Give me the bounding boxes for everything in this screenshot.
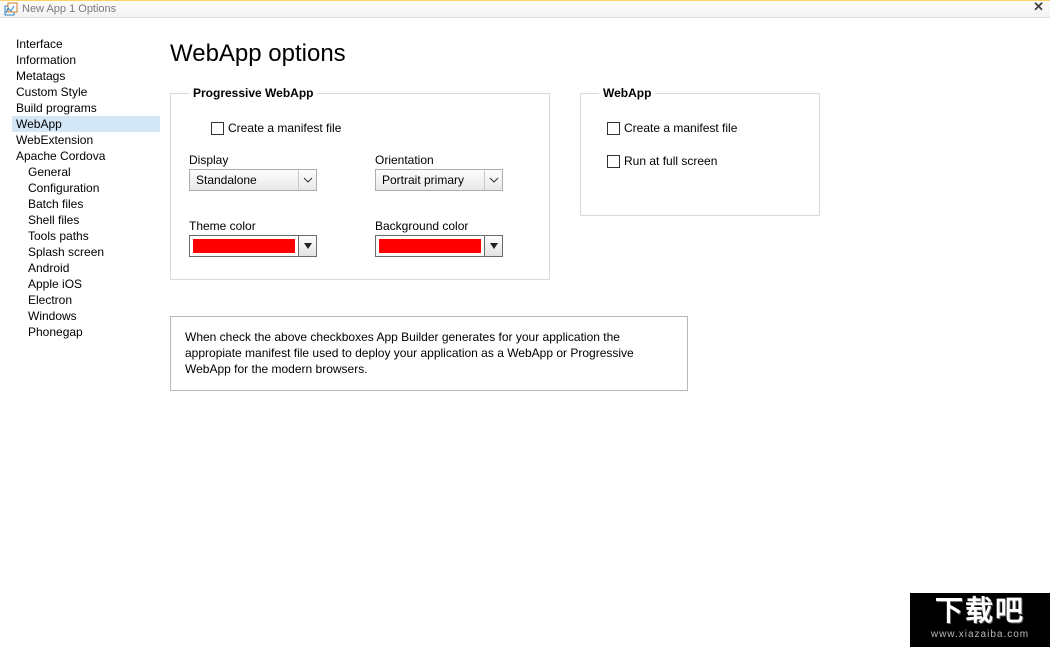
page-title: WebApp options bbox=[170, 40, 1040, 68]
color-swatch-theme-inner bbox=[193, 239, 295, 253]
label-bg-color: Background color bbox=[375, 219, 531, 233]
checkbox-pwa-manifest-label: Create a manifest file bbox=[228, 122, 341, 135]
sidebar-item-build-programs[interactable]: Build programs bbox=[12, 100, 160, 116]
window-title: New App 1 Options bbox=[22, 3, 116, 15]
label-orientation: Orientation bbox=[375, 153, 531, 167]
sidebar-item-webextension[interactable]: WebExtension bbox=[12, 132, 160, 148]
sidebar-item-batch-files[interactable]: Batch files bbox=[12, 196, 160, 212]
sidebar-item-information[interactable]: Information bbox=[12, 52, 160, 68]
titlebar: New App 1 Options ✕ bbox=[0, 0, 1050, 18]
group-legend-pwa: Progressive WebApp bbox=[189, 86, 317, 100]
sidebar-item-general[interactable]: General bbox=[12, 164, 160, 180]
group-progressive-webapp: Progressive WebApp Create a manifest fil… bbox=[170, 86, 550, 280]
app-icon bbox=[4, 2, 18, 16]
combo-orientation[interactable]: Portrait primary bbox=[375, 169, 503, 191]
colorpicker-bg[interactable] bbox=[375, 235, 503, 257]
sidebar-item-shell-files[interactable]: Shell files bbox=[12, 212, 160, 228]
combo-orientation-value: Portrait primary bbox=[376, 173, 484, 187]
sidebar: Interface Information Metatags Custom St… bbox=[0, 18, 160, 647]
checkbox-pwa-manifest[interactable] bbox=[211, 122, 224, 135]
dropdown-arrow-icon bbox=[299, 235, 317, 257]
sidebar-item-phonegap[interactable]: Phonegap bbox=[12, 324, 160, 340]
combo-display[interactable]: Standalone bbox=[189, 169, 317, 191]
group-legend-wa: WebApp bbox=[599, 86, 655, 100]
chevron-down-icon bbox=[484, 170, 502, 190]
dropdown-arrow-icon bbox=[485, 235, 503, 257]
sidebar-item-splash-screen[interactable]: Splash screen bbox=[12, 244, 160, 260]
chevron-down-icon bbox=[298, 170, 316, 190]
sidebar-item-custom-style[interactable]: Custom Style bbox=[12, 84, 160, 100]
group-webapp: WebApp Create a manifest file Run at ful… bbox=[580, 86, 820, 216]
sidebar-item-apache-cordova[interactable]: Apache Cordova bbox=[12, 148, 160, 164]
watermark: 下载吧 www.xiazaiba.com bbox=[910, 593, 1050, 647]
sidebar-item-electron[interactable]: Electron bbox=[12, 292, 160, 308]
checkbox-wa-fullscreen[interactable] bbox=[607, 155, 620, 168]
checkbox-wa-manifest[interactable] bbox=[607, 122, 620, 135]
main: WebApp options Progressive WebApp Create… bbox=[160, 18, 1050, 647]
color-swatch-bg-inner bbox=[379, 239, 481, 253]
watermark-text: 下载吧 bbox=[910, 593, 1050, 629]
watermark-url: www.xiazaiba.com bbox=[910, 629, 1050, 640]
sidebar-item-metatags[interactable]: Metatags bbox=[12, 68, 160, 84]
sidebar-item-apple-ios[interactable]: Apple iOS bbox=[12, 276, 160, 292]
sidebar-item-configuration[interactable]: Configuration bbox=[12, 180, 160, 196]
sidebar-item-interface[interactable]: Interface bbox=[12, 36, 160, 52]
close-button[interactable]: ✕ bbox=[1033, 0, 1044, 15]
color-swatch-theme bbox=[189, 235, 299, 257]
sidebar-item-webapp[interactable]: WebApp bbox=[12, 116, 160, 132]
color-swatch-bg bbox=[375, 235, 485, 257]
label-display: Display bbox=[189, 153, 345, 167]
colorpicker-theme[interactable] bbox=[189, 235, 317, 257]
sidebar-item-windows[interactable]: Windows bbox=[12, 308, 160, 324]
label-theme-color: Theme color bbox=[189, 219, 345, 233]
checkbox-wa-fullscreen-label: Run at full screen bbox=[624, 155, 717, 168]
sidebar-item-tools-paths[interactable]: Tools paths bbox=[12, 228, 160, 244]
info-note: When check the above checkboxes App Buil… bbox=[170, 316, 688, 391]
checkbox-wa-manifest-label: Create a manifest file bbox=[624, 122, 737, 135]
combo-display-value: Standalone bbox=[190, 173, 298, 187]
sidebar-item-android[interactable]: Android bbox=[12, 260, 160, 276]
